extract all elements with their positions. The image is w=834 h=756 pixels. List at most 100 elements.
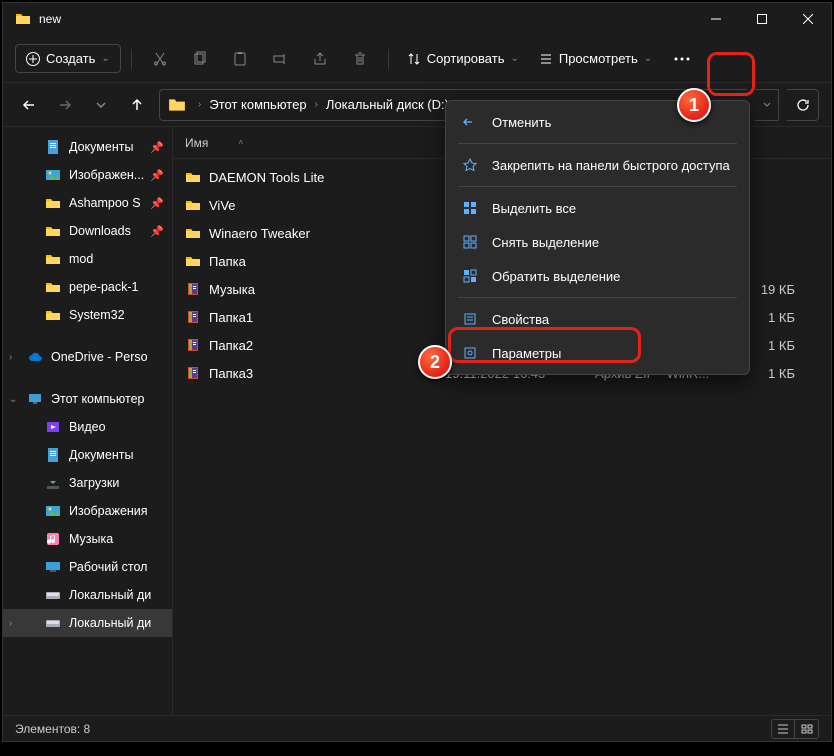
sidebar-label: pepe-pack-1 <box>69 280 139 294</box>
file-name: Папка1 <box>209 310 253 325</box>
column-name[interactable]: Имя˄ <box>185 136 445 150</box>
folder-icon <box>185 169 201 185</box>
select-none-icon <box>462 234 478 250</box>
close-button[interactable] <box>785 3 831 35</box>
refresh-button[interactable] <box>787 89 819 121</box>
rename-button[interactable] <box>262 41 298 77</box>
menu-options[interactable]: Параметры <box>450 336 745 370</box>
file-name: Музыка <box>209 282 255 297</box>
sidebar-item[interactable]: Изображен... 📌 <box>3 161 172 189</box>
maximize-button[interactable] <box>739 3 785 35</box>
sidebar-item[interactable]: pepe-pack-1 <box>3 273 172 301</box>
sidebar-label: Локальный ди <box>69 588 151 602</box>
sidebar-label: OneDrive - Perso <box>51 350 148 364</box>
sidebar-item[interactable]: › Локальный ди <box>3 609 172 637</box>
ellipsis-icon <box>674 57 690 61</box>
menu-separator <box>458 143 737 144</box>
file-name: DAEMON Tools Lite <box>209 170 324 185</box>
sidebar-label: System32 <box>69 308 125 322</box>
chevron-down-icon: ⌄ <box>101 53 109 64</box>
delete-button[interactable] <box>342 41 378 77</box>
menu-pin[interactable]: Закрепить на панели быстрого доступа <box>450 148 745 182</box>
cloud-icon <box>27 349 43 365</box>
folder-icon <box>185 225 201 241</box>
menu-select-none[interactable]: Снять выделение <box>450 225 745 259</box>
sidebar-item[interactable]: System32 <box>3 301 172 329</box>
options-icon <box>462 345 478 361</box>
menu-select-all[interactable]: Выделить все <box>450 191 745 225</box>
back-button[interactable] <box>15 91 43 119</box>
sidebar-item[interactable]: Документы 📌 <box>3 133 172 161</box>
select-all-icon <box>462 200 478 216</box>
sidebar-label: Документы <box>69 448 133 462</box>
more-menu: Отменить Закрепить на панели быстрого до… <box>445 100 750 375</box>
menu-invert[interactable]: Обратить выделение <box>450 259 745 293</box>
file-name: Папка3 <box>209 366 253 381</box>
sidebar-item[interactable]: Документы <box>3 441 172 469</box>
breadcrumb-item[interactable]: Этот компьютер <box>209 97 306 112</box>
up-button[interactable] <box>123 91 151 119</box>
menu-label: Обратить выделение <box>492 269 620 284</box>
rar-icon <box>185 337 201 353</box>
chevron-right-icon: › <box>9 352 12 363</box>
breadcrumb-dropdown[interactable] <box>755 89 779 121</box>
more-button[interactable] <box>664 41 700 77</box>
paste-button[interactable] <box>222 41 258 77</box>
sidebar-item[interactable]: Музыка <box>3 525 172 553</box>
sort-button[interactable]: Сортировать ⌄ <box>399 45 527 72</box>
new-label: Создать <box>46 51 95 66</box>
menu-separator <box>458 297 737 298</box>
annotation-badge-2: 2 <box>418 345 452 379</box>
recent-button[interactable] <box>87 91 115 119</box>
separator <box>131 49 132 69</box>
breadcrumb-item[interactable]: Локальный диск (D:) <box>326 97 449 112</box>
rar-icon <box>185 309 201 325</box>
cut-button[interactable] <box>142 41 178 77</box>
menu-label: Параметры <box>492 346 561 361</box>
properties-icon <box>462 311 478 327</box>
pin-icon: 📌 <box>150 197 164 210</box>
sidebar-item[interactable]: Рабочий стол <box>3 553 172 581</box>
forward-button[interactable] <box>51 91 79 119</box>
sidebar-onedrive[interactable]: › OneDrive - Perso <box>3 343 172 371</box>
window-title: new <box>39 12 693 26</box>
star-icon <box>462 157 478 173</box>
sidebar-item[interactable]: Видео <box>3 413 172 441</box>
sidebar-label: Downloads <box>69 224 131 238</box>
menu-properties[interactable]: Свойства <box>450 302 745 336</box>
chevron-right-icon: › <box>315 99 318 110</box>
sidebar-label: Изображения <box>69 504 148 518</box>
invert-icon <box>462 268 478 284</box>
sidebar-item[interactable]: Изображения <box>3 497 172 525</box>
thumbnails-view-button[interactable] <box>795 719 819 739</box>
copy-button[interactable] <box>182 41 218 77</box>
sidebar-pc[interactable]: ⌄ Этот компьютер <box>3 385 172 413</box>
sidebar-item[interactable]: Загрузки <box>3 469 172 497</box>
share-button[interactable] <box>302 41 338 77</box>
sidebar-item[interactable]: Downloads 📌 <box>3 217 172 245</box>
sidebar-item[interactable]: mod <box>3 245 172 273</box>
folder-icon <box>168 96 186 114</box>
details-view-button[interactable] <box>771 719 795 739</box>
sidebar-item[interactable]: Локальный ди <box>3 581 172 609</box>
new-button[interactable]: Создать ⌄ <box>15 44 121 73</box>
sidebar-item[interactable]: Ashampoo S 📌 <box>3 189 172 217</box>
status-text: Элементов: 8 <box>15 722 771 736</box>
file-name: Winaero Tweaker <box>209 226 310 241</box>
folder-icon <box>45 223 61 239</box>
desk-icon <box>45 559 61 575</box>
view-button[interactable]: Просмотреть ⌄ <box>531 45 660 72</box>
rar-icon <box>185 281 201 297</box>
rar-icon <box>185 365 201 381</box>
sidebar-label: Изображен... <box>69 168 144 182</box>
minimize-button[interactable] <box>693 3 739 35</box>
sidebar-label: mod <box>69 252 93 266</box>
disk-icon <box>45 587 61 603</box>
sidebar-label: Музыка <box>69 532 113 546</box>
separator <box>388 49 389 69</box>
annotation-badge-1: 1 <box>677 88 711 122</box>
chevron-down-icon: ⌄ <box>644 53 652 64</box>
sidebar-label: Ashampoo S <box>69 196 141 210</box>
plus-icon <box>26 52 40 66</box>
sidebar-label: Документы <box>69 140 133 154</box>
